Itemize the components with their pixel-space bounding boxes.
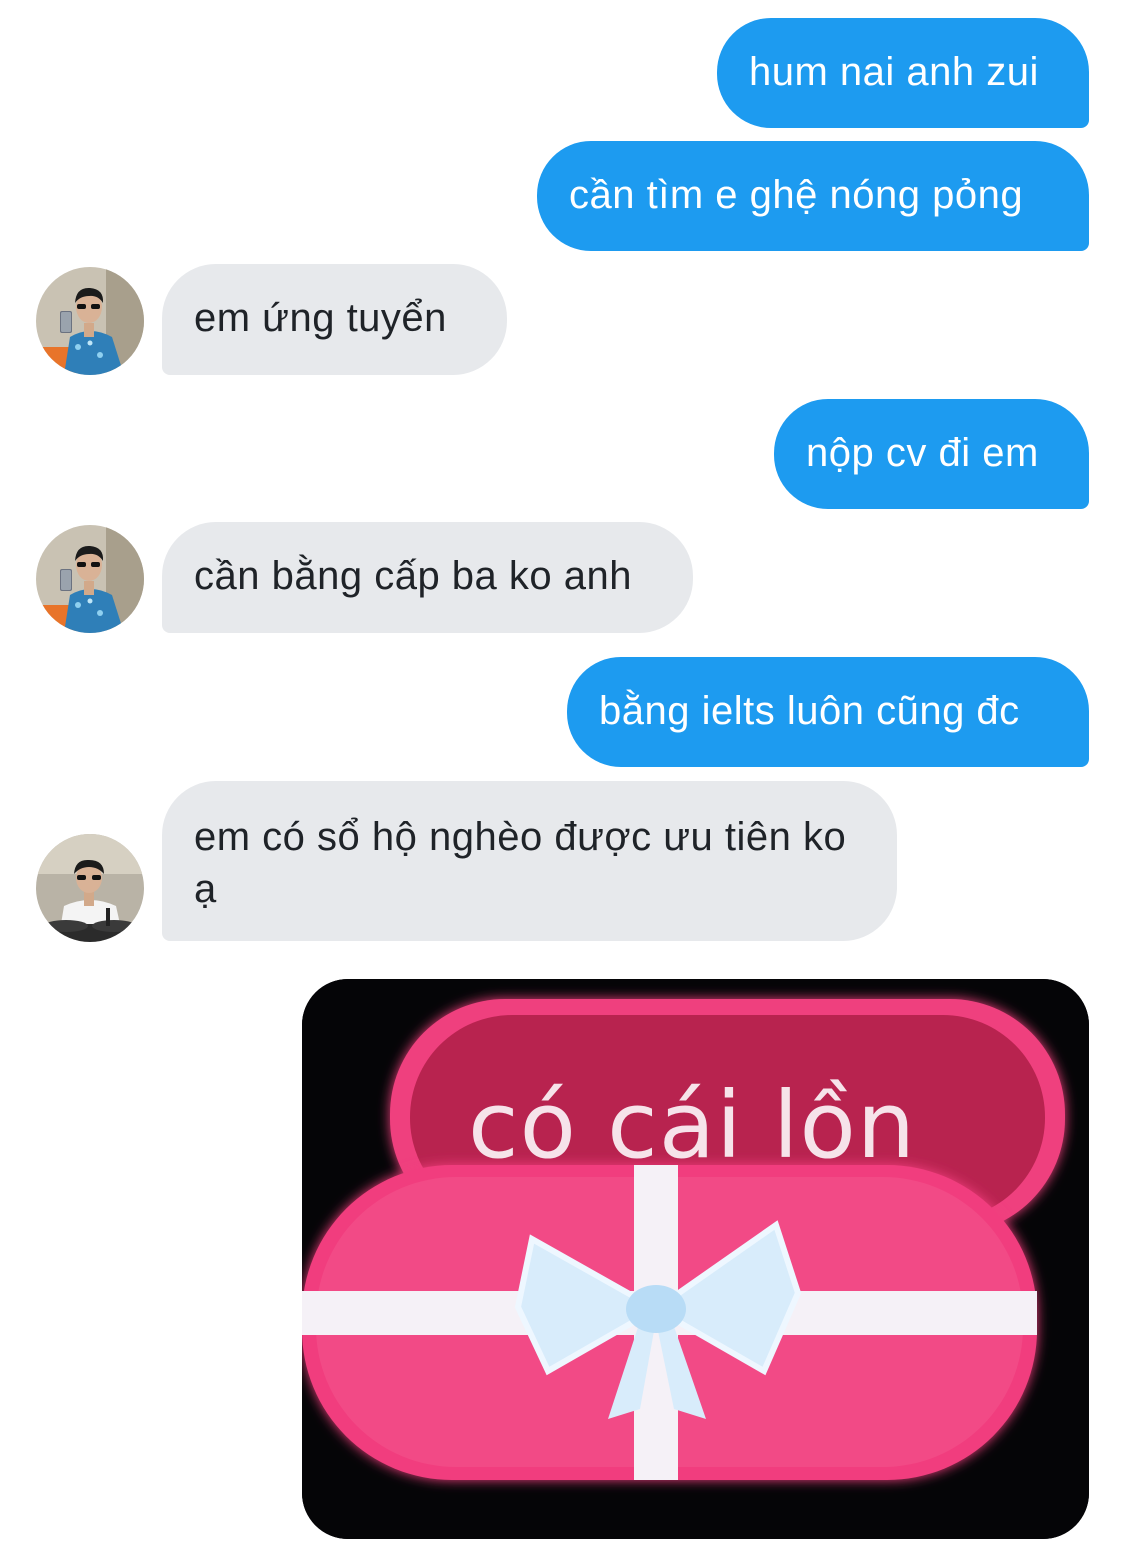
message-text: cần tìm e ghệ nóng pỏng xyxy=(569,173,1024,217)
message-text: bằng ielts luôn cũng đc xyxy=(599,689,1020,733)
avatar[interactable] xyxy=(36,525,144,633)
image-caption: có cái lồn xyxy=(468,1072,917,1179)
message-text: hum nai anh zui xyxy=(749,50,1039,94)
message-bubble-outgoing[interactable]: hum nai anh zui xyxy=(717,18,1089,128)
message-bubble-outgoing[interactable]: nộp cv đi em xyxy=(774,399,1089,509)
message-bubble-incoming[interactable]: em có sổ hộ nghèo được ưu tiên ko ạ xyxy=(162,781,897,941)
message-text: cần bằng cấp ba ko anh xyxy=(194,554,633,598)
image-message[interactable]: có cái lồn xyxy=(302,979,1089,1539)
message-bubble-incoming[interactable]: cần bằng cấp ba ko anh xyxy=(162,522,693,633)
message-bubble-incoming[interactable]: em ứng tuyển xyxy=(162,264,507,375)
message-bubble-outgoing[interactable]: bằng ielts luôn cũng đc xyxy=(567,657,1089,767)
avatar[interactable] xyxy=(36,834,144,942)
avatar[interactable] xyxy=(36,267,144,375)
message-text: em có sổ hộ nghèo được ưu tiên ko ạ xyxy=(194,815,847,911)
message-text: em ứng tuyển xyxy=(194,296,447,340)
message-text: nộp cv đi em xyxy=(806,431,1039,475)
message-bubble-outgoing[interactable]: cần tìm e ghệ nóng pỏng xyxy=(537,141,1089,251)
